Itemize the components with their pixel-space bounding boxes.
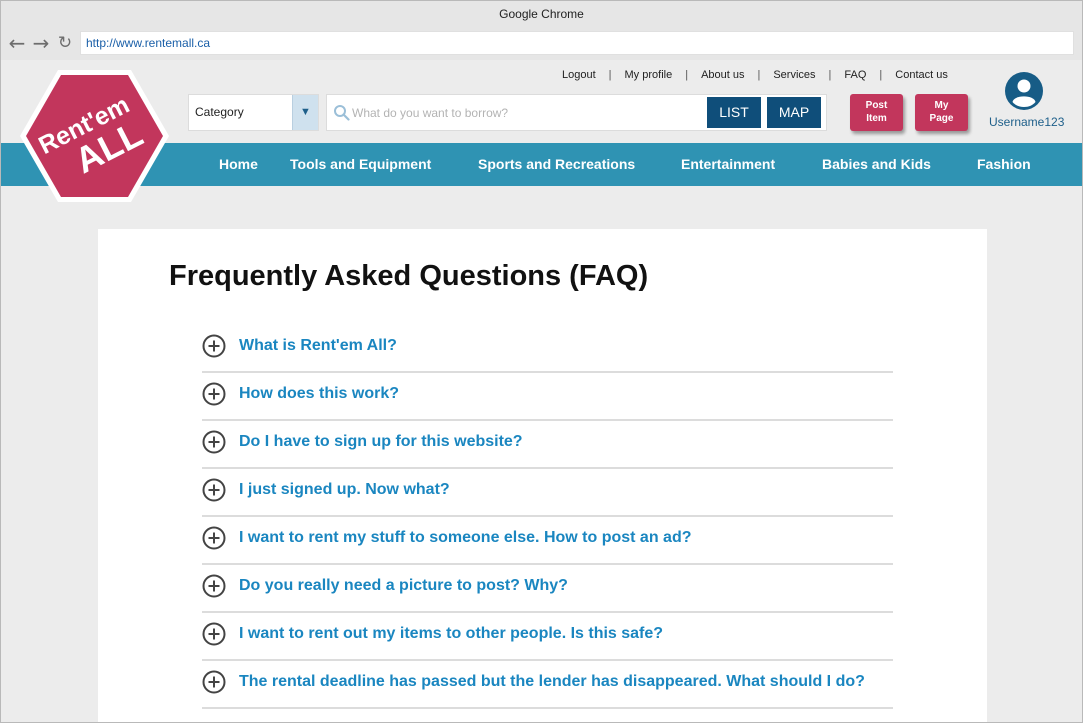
post-item-button[interactable]: Post Item [850,94,903,131]
expand-plus-icon[interactable] [202,334,226,358]
faq-item[interactable]: I just signed up. Now what? [202,469,893,517]
faq-item[interactable]: The rental deadline has passed but the l… [202,661,893,709]
map-button[interactable]: MAP [767,97,821,128]
back-arrow-icon[interactable]: ← [8,33,26,53]
address-bar: ← → ↻ http://www.rentemall.ca [1,28,1082,60]
page-title: Frequently Asked Questions (FAQ) [169,260,649,292]
separator: | [685,69,689,81]
faq-question[interactable]: What is Rent'em All? [239,337,397,355]
expand-plus-icon[interactable] [202,382,226,406]
browser-window: Google Chrome ← → ↻ http://www.rentemall… [0,0,1083,723]
logout-link[interactable]: Logout [562,69,596,81]
faq-item[interactable]: How does this work? [202,373,893,421]
category-select[interactable]: Category ▼ [188,94,319,131]
faq-link[interactable]: FAQ [844,69,866,81]
nav-item-home[interactable]: Home [219,143,258,186]
separator: | [879,69,883,81]
window-title: Google Chrome [1,1,1082,28]
expand-plus-icon[interactable] [202,670,226,694]
separator: | [608,69,612,81]
expand-plus-icon[interactable] [202,526,226,550]
faq-item[interactable]: Do I have to sign up for this website? [202,421,893,469]
expand-plus-icon[interactable] [202,478,226,502]
nav-item-sports[interactable]: Sports and Recreations [478,143,635,186]
post-item-label-line2: Item [866,113,887,124]
rentemall-logo[interactable]: Rent'em ALL [18,68,171,204]
faq-question[interactable]: I just signed up. Now what? [239,481,450,499]
expand-plus-icon[interactable] [202,622,226,646]
faq-question[interactable]: Do you really need a picture to post? Wh… [239,577,568,595]
post-item-label-line1: Post [865,100,888,111]
nav-item-entertainment[interactable]: Entertainment [681,143,775,186]
faq-question[interactable]: How does this work? [239,385,399,403]
category-label: Category [195,105,244,119]
top-links: Logout | My profile | About us | Services | FAQ |… [562,69,948,81]
expand-plus-icon[interactable] [202,430,226,454]
nav-item-tools[interactable]: Tools and Equipment [290,143,431,186]
user-avatar-icon[interactable] [1005,72,1043,110]
my-page-button[interactable]: My Page [915,94,968,131]
my-page-label-line1: My [934,100,949,111]
about-us-link[interactable]: About us [701,69,744,81]
username-label[interactable]: Username123 [989,115,1064,129]
url-field[interactable]: http://www.rentemall.ca [80,31,1074,55]
nav-item-babies-kids[interactable]: Babies and Kids [822,143,931,186]
reload-icon[interactable]: ↻ [56,33,74,53]
list-button[interactable]: LIST [707,97,761,128]
search-bar: LIST MAP [326,94,827,131]
faq-item[interactable]: I want to rent out my items to other peo… [202,613,893,661]
search-icon [334,105,350,121]
faq-question[interactable]: Do I have to sign up for this website? [239,433,523,451]
faq-item[interactable]: I want to rent my stuff to someone else.… [202,517,893,565]
dropdown-arrow-icon[interactable]: ▼ [292,95,318,130]
faq-item[interactable]: Do you really need a picture to post? Wh… [202,565,893,613]
services-link[interactable]: Services [773,69,815,81]
forward-arrow-icon[interactable]: → [32,33,50,53]
expand-plus-icon[interactable] [202,574,226,598]
my-profile-link[interactable]: My profile [625,69,673,81]
separator: | [828,69,832,81]
faq-item[interactable]: What is Rent'em All? [202,325,893,373]
my-page-label-line2: Page [929,113,954,124]
separator: | [757,69,761,81]
contact-us-link[interactable]: Contact us [895,69,948,81]
faq-panel: Frequently Asked Questions (FAQ) What is… [98,229,987,722]
faq-question[interactable]: The rental deadline has passed but the l… [239,673,865,691]
faq-question[interactable]: I want to rent out my items to other peo… [239,625,663,643]
faq-question[interactable]: I want to rent my stuff to someone else.… [239,529,691,547]
search-input[interactable] [352,101,702,124]
nav-item-fashion[interactable]: Fashion [977,143,1031,186]
